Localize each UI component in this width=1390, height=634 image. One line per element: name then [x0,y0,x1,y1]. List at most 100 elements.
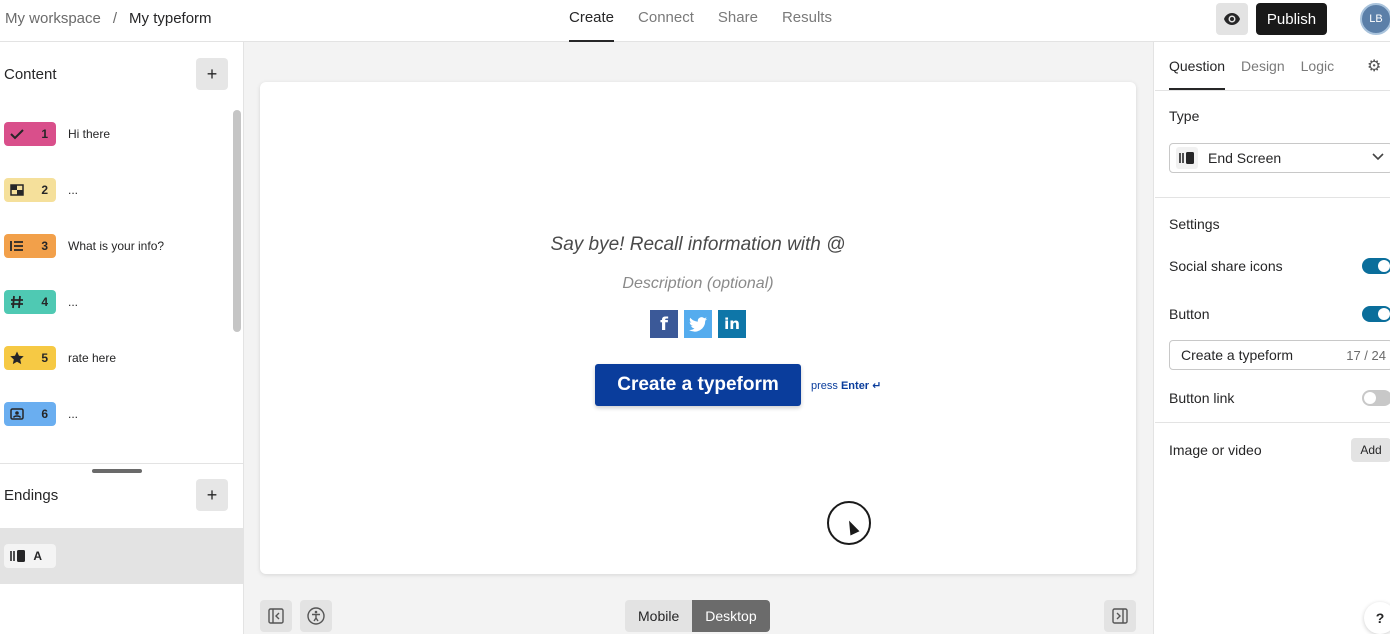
divider [1155,422,1390,423]
end-screen-icon [10,550,25,562]
question-item-2[interactable]: 2 ... [0,162,230,218]
question-number: 3 [41,239,48,253]
question-number: 1 [41,127,48,141]
button-text-value: Create a typeform [1181,347,1294,363]
question-number: 4 [41,295,48,309]
facebook-icon: f [650,310,678,338]
question-list-scrollbar[interactable] [233,110,241,332]
mobile-view-button[interactable]: Mobile [625,600,693,632]
avatar[interactable]: LB [1360,3,1390,35]
question-item-5[interactable]: 5 rate here [0,330,230,386]
breadcrumb-workspace[interactable]: My workspace [5,10,101,27]
publish-button[interactable]: Publish [1256,3,1327,35]
button-label: Button [1169,306,1210,322]
tab-question[interactable]: Question [1169,42,1226,90]
breadcrumb-form-name[interactable]: My typeform [129,10,212,27]
question-item-6[interactable]: 6 ... [0,386,230,442]
accessibility-button[interactable] [300,600,332,632]
question-label: Hi there [68,127,111,141]
tab-design[interactable]: Design [1241,42,1285,90]
eye-icon [1224,13,1240,25]
question-item-4[interactable]: 4 ... [0,274,230,330]
social-share-toggle[interactable] [1362,258,1390,274]
settings-heading: Settings [1169,216,1220,232]
help-button[interactable]: ? [1364,602,1390,634]
add-ending-button[interactable]: + [196,479,228,511]
button-link-label: Button link [1169,390,1235,406]
breadcrumb: My workspace / My typeform [5,10,212,27]
question-badge: 5 [4,346,56,370]
twitter-icon [684,310,712,338]
list-icon [10,241,23,251]
press-enter-hint: press Enter ↵ [811,379,881,392]
question-label: rate here [68,351,117,365]
hash-icon [11,295,23,309]
question-number: 2 [41,183,48,197]
ending-badge: A [4,544,56,568]
question-number: 6 [41,407,48,421]
check-icon [10,129,24,140]
social-share-label: Social share icons [1169,258,1283,274]
sidebar-right-icon [1112,608,1128,624]
picture-choice-icon [10,184,24,196]
collapse-left-panel-button[interactable] [260,600,292,632]
press-text: press [811,380,838,392]
right-panel: Question Design Logic ⚙ Type End Screen … [1153,42,1390,634]
add-content-button[interactable]: + [196,58,228,90]
character-count: 17 / 24 [1346,347,1386,363]
end-screen-title[interactable]: Say bye! Recall information with @ [260,234,1136,256]
question-badge: 3 [4,234,56,258]
button-text-input[interactable]: Create a typeform 17 / 24 [1169,340,1390,370]
question-list: 1 Hi there 2 ... 3 What is your info? 4 … [0,106,230,464]
image-video-label: Image or video [1169,442,1262,458]
social-share-icons: f in [650,310,746,338]
button-link-toggle[interactable] [1362,390,1390,406]
desktop-view-button[interactable]: Desktop [692,600,770,632]
device-view-toggle: Mobile Desktop [625,600,770,632]
gear-icon[interactable]: ⚙ [1367,56,1381,76]
question-badge: 1 [4,122,56,146]
divider [1155,197,1390,198]
preview-button[interactable] [1216,3,1248,35]
tab-logic[interactable]: Logic [1301,42,1334,90]
question-number: 5 [41,351,48,365]
divider [0,463,243,464]
ending-item-a[interactable]: A [0,528,243,584]
question-label: What is your info? [68,239,165,253]
question-label: ... [68,407,79,421]
chevron-down-icon [1372,150,1384,164]
tab-connect[interactable]: Connect [638,0,694,42]
tab-share[interactable]: Share [718,0,758,42]
question-badge: 6 [4,402,56,426]
endings-section-title: Endings [4,487,59,504]
content-section-title: Content [4,66,57,83]
question-item-partial[interactable] [0,442,230,464]
tab-create[interactable]: Create [569,0,615,42]
add-media-button[interactable]: Add [1351,438,1390,462]
accessibility-icon [307,607,325,625]
button-toggle[interactable] [1362,306,1390,322]
contact-icon [10,408,24,420]
ending-letter: A [33,549,42,563]
end-screen-icon [1176,147,1198,169]
question-badge: 4 [4,290,56,314]
tab-results[interactable]: Results [782,0,832,42]
panel-resize-handle[interactable] [92,469,142,473]
right-panel-tabs: Question Design Logic [1169,42,1334,90]
canvas-area: Say bye! Recall information with @ Descr… [244,42,1153,634]
end-screen-description[interactable]: Description (optional) [260,275,1136,293]
star-icon [10,351,24,365]
divider [1155,90,1390,91]
question-badge: 2 [4,178,56,202]
plus-icon: + [206,484,218,505]
collapse-right-panel-button[interactable] [1104,600,1136,632]
question-type-select[interactable]: End Screen [1169,143,1390,173]
type-label: Type [1169,108,1200,124]
linkedin-icon: in [718,310,746,338]
type-value: End Screen [1208,150,1282,166]
question-item-3[interactable]: 3 What is your info? [0,218,230,274]
question-item-1[interactable]: 1 Hi there [0,106,230,162]
create-typeform-button[interactable]: Create a typeform [595,364,801,406]
sidebar-left-icon [268,608,284,624]
main-nav: Create Connect Share Results [569,0,832,42]
